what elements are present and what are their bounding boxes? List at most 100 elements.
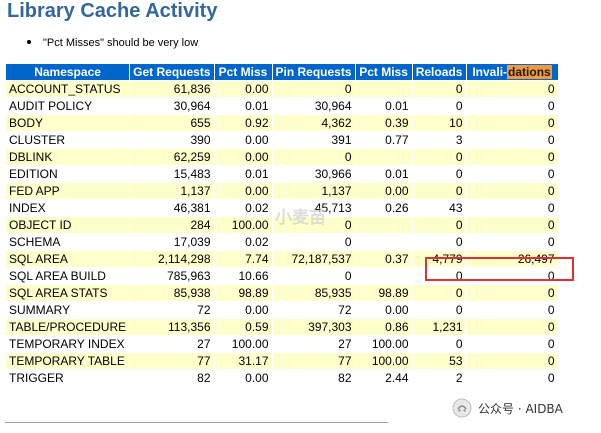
cell-reloads: 53: [412, 353, 466, 369]
cell-get-requests: 30,964: [130, 98, 214, 114]
table-row: SQL AREA STATS 85,938 98.89 85,935 98.89 0 0: [6, 285, 558, 301]
cell-invalidations: 0: [466, 217, 558, 233]
cell-pct-miss-pin: 0.37: [355, 251, 412, 267]
table-row: AUDIT POLICY 30,964 0.01 30,964 0.01 0 0: [6, 98, 558, 114]
cell-reloads: 2: [412, 370, 466, 386]
report-page: Library Cache Activity "Pct Misses" shou…: [0, 0, 601, 433]
header-invalidations-prefix: Invali-: [472, 65, 508, 79]
cell-pct-miss-pin: 0.01: [355, 98, 412, 114]
cell-pin-requests: 72,187,537: [272, 251, 355, 267]
cell-pct-miss-get: 98.89: [214, 285, 272, 301]
cell-reloads: 10: [412, 115, 466, 131]
cell-namespace: INDEX: [6, 200, 130, 216]
cell-pin-requests: 397,303: [272, 319, 355, 335]
header-pct-miss-pin[interactable]: Pct Miss: [355, 64, 412, 80]
note-list-item: "Pct Misses" should be very low: [27, 36, 198, 50]
cell-get-requests: 17,039: [130, 234, 214, 250]
cell-get-requests: 85,938: [130, 285, 214, 301]
header-pin-requests[interactable]: Pin Requests: [272, 64, 355, 80]
cell-get-requests: 2,114,298: [130, 251, 214, 267]
header-reloads[interactable]: Reloads: [412, 64, 466, 80]
cell-namespace: TEMPORARY INDEX: [6, 336, 130, 352]
cell-pct-miss-pin: 0.00: [355, 302, 412, 318]
cell-namespace: CLUSTER: [6, 132, 130, 148]
cell-pct-miss-get: 100.00: [214, 217, 272, 233]
cell-reloads: 0: [412, 336, 466, 352]
cell-pct-miss-get: 0.00: [214, 132, 272, 148]
table-row: ACCOUNT_STATUS 61,836 0.00 0 0 0: [6, 81, 558, 97]
cell-reloads: 0: [412, 217, 466, 233]
table-row: SUMMARY 72 0.00 72 0.00 0 0: [6, 302, 558, 318]
cell-pct-miss-get: 0.92: [214, 115, 272, 131]
cell-pct-miss-get: 10.66: [214, 268, 272, 284]
table-row: SQL AREA BUILD 785,963 10.66 0 0 0: [6, 268, 558, 284]
cell-pct-miss-get: 0.59: [214, 319, 272, 335]
cell-pct-miss-get: 0.01: [214, 166, 272, 182]
table-header-row: Namespace Get Requests Pct Miss Pin Requ…: [6, 64, 558, 80]
cell-reloads: 1,231: [412, 319, 466, 335]
cell-invalidations: 0: [466, 268, 558, 284]
table-row: SCHEMA 17,039 0.02 0 0 0: [6, 234, 558, 250]
cell-invalidations: 0: [466, 285, 558, 301]
cell-pct-miss-get: 0.00: [214, 149, 272, 165]
cell-invalidations: 0: [466, 200, 558, 216]
cell-reloads: 3: [412, 132, 466, 148]
cell-get-requests: 61,836: [130, 81, 214, 97]
header-invalidations[interactable]: Invali-dations: [466, 64, 558, 80]
cell-reloads: 0: [412, 183, 466, 199]
cell-pct-miss-get: 0.02: [214, 234, 272, 250]
table-row: DBLINK 62,259 0.00 0 0 0: [6, 149, 558, 165]
cell-namespace: TRIGGER: [6, 370, 130, 386]
header-pct-miss-get[interactable]: Pct Miss: [214, 64, 272, 80]
cell-pct-miss-pin: 0.01: [355, 166, 412, 182]
cell-pin-requests: 30,964: [272, 98, 355, 114]
cell-reloads: 0: [412, 166, 466, 182]
cell-get-requests: 284: [130, 217, 214, 233]
cell-namespace: AUDIT POLICY: [6, 98, 130, 114]
cell-invalidations: 26,497: [466, 251, 558, 267]
corner-watermark-text: 公众号 · AIDBA: [478, 401, 563, 416]
cell-invalidations: 0: [466, 98, 558, 114]
table-row: BODY 655 0.92 4,362 0.39 10 0: [6, 115, 558, 131]
cell-namespace: DBLINK: [6, 149, 130, 165]
cell-namespace: SCHEMA: [6, 234, 130, 250]
cell-namespace: TABLE/PROCEDURE: [6, 319, 130, 335]
cell-namespace: SUMMARY: [6, 302, 130, 318]
header-get-requests[interactable]: Get Requests: [130, 64, 214, 80]
cell-pct-miss-get: 0.02: [214, 200, 272, 216]
bottom-divider: [5, 422, 388, 423]
cell-pct-miss-get: 0.00: [214, 183, 272, 199]
cell-reloads: 0: [412, 302, 466, 318]
cell-pin-requests: 77: [272, 353, 355, 369]
table-row: TEMPORARY INDEX 27 100.00 27 100.00 0 0: [6, 336, 558, 352]
bullet-icon: [27, 40, 31, 45]
cell-pct-miss-get: 100.00: [214, 336, 272, 352]
header-namespace[interactable]: Namespace: [6, 64, 130, 80]
cell-pin-requests: 391: [272, 132, 355, 148]
table-row: TABLE/PROCEDURE 113,356 0.59 397,303 0.86 1,2…: [6, 319, 558, 335]
cell-get-requests: 15,483: [130, 166, 214, 182]
cell-pin-requests: 0: [272, 234, 355, 250]
cell-pct-miss-pin: 0.26: [355, 200, 412, 216]
cell-invalidations: 0: [466, 183, 558, 199]
cell-pct-miss-get: 7.74: [214, 251, 272, 267]
table-row: EDITION 15,483 0.01 30,966 0.01 0 0: [6, 166, 558, 182]
cell-get-requests: 77: [130, 353, 214, 369]
cell-invalidations: 0: [466, 370, 558, 386]
cell-pin-requests: 85,935: [272, 285, 355, 301]
cell-get-requests: 62,259: [130, 149, 214, 165]
cell-pin-requests: 30,966: [272, 166, 355, 182]
cell-invalidations: 0: [466, 302, 558, 318]
cell-pct-miss-pin: 2.44: [355, 370, 412, 386]
cell-reloads: 0: [412, 98, 466, 114]
cell-pin-requests: 45,713: [272, 200, 355, 216]
cell-pct-miss-get: 0.00: [214, 302, 272, 318]
cell-invalidations: 0: [466, 149, 558, 165]
cell-pct-miss-pin: 100.00: [355, 336, 412, 352]
cell-pct-miss-get: 0.01: [214, 98, 272, 114]
cell-reloads: 0: [412, 268, 466, 284]
cell-get-requests: 655: [130, 115, 214, 131]
cell-pct-miss-pin: [355, 217, 412, 233]
cell-pct-miss-pin: 0.77: [355, 132, 412, 148]
cell-pct-miss-pin: [355, 81, 412, 97]
